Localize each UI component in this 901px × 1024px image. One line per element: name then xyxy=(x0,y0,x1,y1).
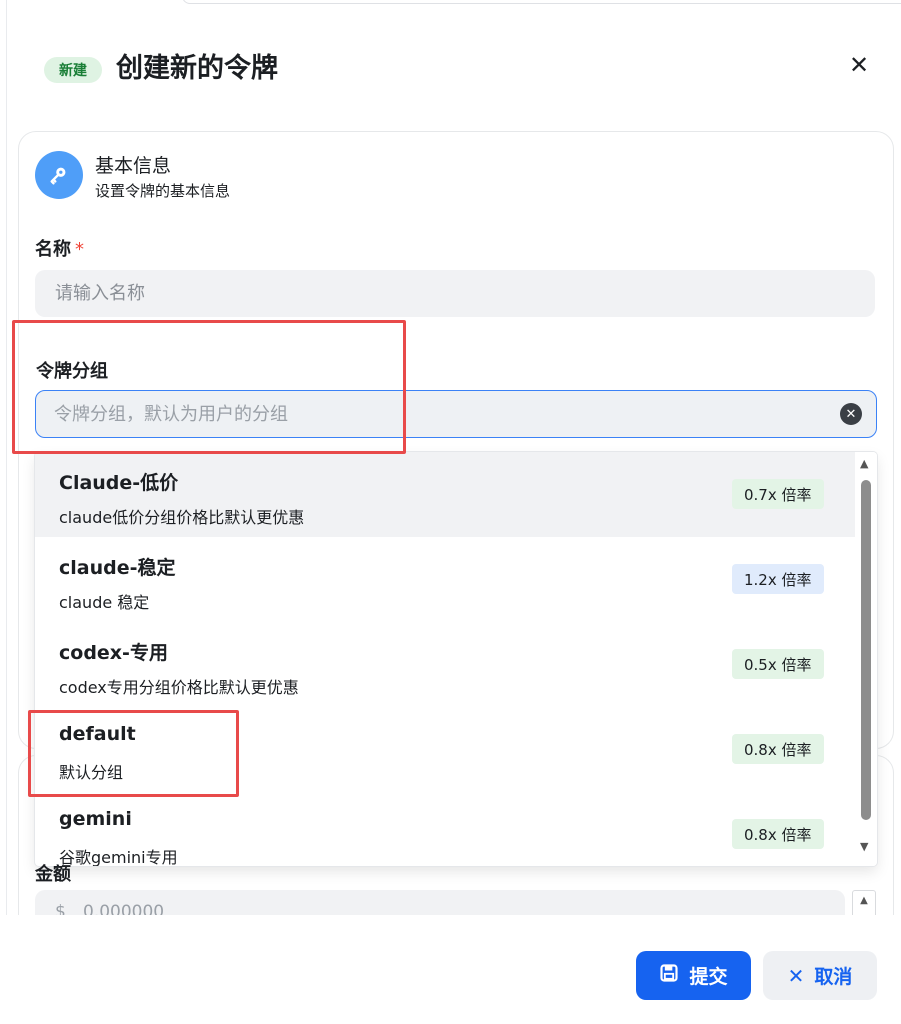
ratio-badge: 1.2x 倍率 xyxy=(732,564,824,594)
annotation-highlight-default-option xyxy=(28,710,239,797)
scroll-down-icon[interactable]: ▼ xyxy=(860,840,868,853)
cancel-button[interactable]: ✕ 取消 xyxy=(763,951,877,1000)
option-desc: codex专用分组价格比默认更优惠 xyxy=(59,678,299,697)
section-subtitle: 设置令牌的基本信息 xyxy=(95,182,231,200)
group-option-gemini[interactable]: gemini 谷歌gemini专用 0.8x 倍率 xyxy=(35,792,855,866)
option-desc: claude 稳定 xyxy=(59,593,150,612)
scrollbar-thumb[interactable] xyxy=(861,480,871,820)
option-name: claude-稳定 xyxy=(59,557,176,579)
required-mark: * xyxy=(75,239,84,260)
group-option-claude-lowprice[interactable]: Claude-低价 claude低价分组价格比默认更优惠 0.7x 倍率 xyxy=(35,452,855,537)
new-badge: 新建 xyxy=(44,57,102,83)
clear-icon[interactable]: ✕ xyxy=(840,403,862,425)
save-icon xyxy=(659,963,679,988)
background-panel-edge xyxy=(182,0,901,4)
ratio-badge: 0.5x 倍率 xyxy=(732,649,824,679)
option-desc: claude低价分组价格比默认更优惠 xyxy=(59,508,305,527)
amount-label: 金额 xyxy=(35,864,71,885)
option-name: Claude-低价 xyxy=(59,472,179,494)
group-option-claude-stable[interactable]: claude-稳定 claude 稳定 1.2x 倍率 xyxy=(35,537,855,622)
submit-button[interactable]: 提交 xyxy=(636,951,751,1000)
group-option-codex[interactable]: codex-专用 codex专用分组价格比默认更优惠 0.5x 倍率 xyxy=(35,622,855,707)
ratio-badge: 0.7x 倍率 xyxy=(732,479,824,509)
group-dropdown: Claude-低价 claude低价分组价格比默认更优惠 0.7x 倍率 cla… xyxy=(35,452,877,866)
close-icon: ✕ xyxy=(787,963,805,988)
scroll-up-icon[interactable]: ▲ xyxy=(860,457,868,470)
key-icon xyxy=(35,151,83,199)
section-title: 基本信息 xyxy=(95,155,172,177)
name-label-text: 名称 xyxy=(35,239,71,260)
option-name: gemini xyxy=(59,808,132,830)
name-label: 名称 * xyxy=(35,235,84,261)
submit-label: 提交 xyxy=(689,966,728,988)
modal-edge xyxy=(6,0,7,1024)
close-button[interactable]: ✕ xyxy=(843,51,875,79)
annotation-highlight-group-field xyxy=(12,320,406,454)
option-name: codex-专用 xyxy=(59,642,168,664)
cancel-label: 取消 xyxy=(814,966,853,988)
ratio-badge: 0.8x 倍率 xyxy=(732,734,824,764)
modal-title: 创建新的令牌 xyxy=(116,53,278,84)
name-input[interactable] xyxy=(35,270,875,317)
amount-stepper-up[interactable]: ▲ xyxy=(852,890,876,918)
option-desc: 谷歌gemini专用 xyxy=(59,848,178,866)
close-icon: ✕ xyxy=(848,51,870,79)
ratio-badge: 0.8x 倍率 xyxy=(732,819,824,849)
